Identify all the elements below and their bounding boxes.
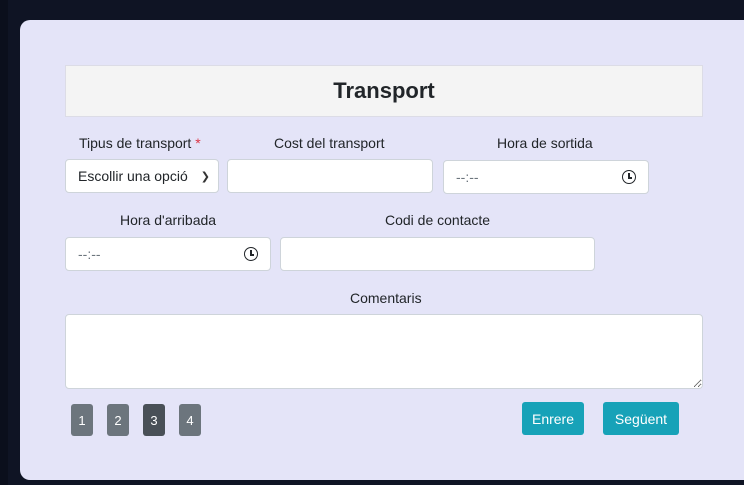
- section-header: Transport: [65, 65, 703, 117]
- departure-time-label: Hora de sortida: [497, 135, 593, 151]
- transport-type-label-text: Tipus de transport: [79, 135, 192, 151]
- clock-icon[interactable]: [244, 247, 258, 261]
- page-button-2[interactable]: 2: [107, 404, 129, 436]
- comments-label: Comentaris: [350, 290, 422, 306]
- section-title: Transport: [333, 78, 435, 103]
- arrival-time-label: Hora d'arribada: [120, 212, 217, 228]
- cost-input[interactable]: [227, 159, 433, 193]
- page-button-1[interactable]: 1: [71, 404, 93, 436]
- comments-textarea[interactable]: [65, 314, 703, 389]
- window-edge: [0, 0, 8, 485]
- contact-code-label: Codi de contacte: [385, 212, 491, 228]
- page-button-4[interactable]: 4: [179, 404, 201, 436]
- arrival-time-input[interactable]: --:--: [65, 237, 271, 271]
- next-button[interactable]: Següent: [603, 402, 679, 435]
- departure-time-input[interactable]: --:--: [443, 160, 649, 194]
- back-button[interactable]: Enrere: [522, 402, 584, 435]
- transport-type-select[interactable]: Escollir una opció ❯: [65, 159, 219, 193]
- cost-label: Cost del transport: [274, 135, 385, 151]
- departure-time-value: --:--: [456, 169, 479, 185]
- required-marker: *: [195, 135, 201, 151]
- chevron-down-icon: ❯: [200, 170, 210, 183]
- arrival-time-value: --:--: [78, 246, 101, 262]
- transport-type-label: Tipus de transport *: [79, 135, 201, 151]
- page-button-3[interactable]: 3: [143, 404, 165, 436]
- transport-type-selected-value: Escollir una opció: [78, 168, 188, 184]
- clock-icon[interactable]: [622, 170, 636, 184]
- contact-code-input[interactable]: [280, 237, 595, 271]
